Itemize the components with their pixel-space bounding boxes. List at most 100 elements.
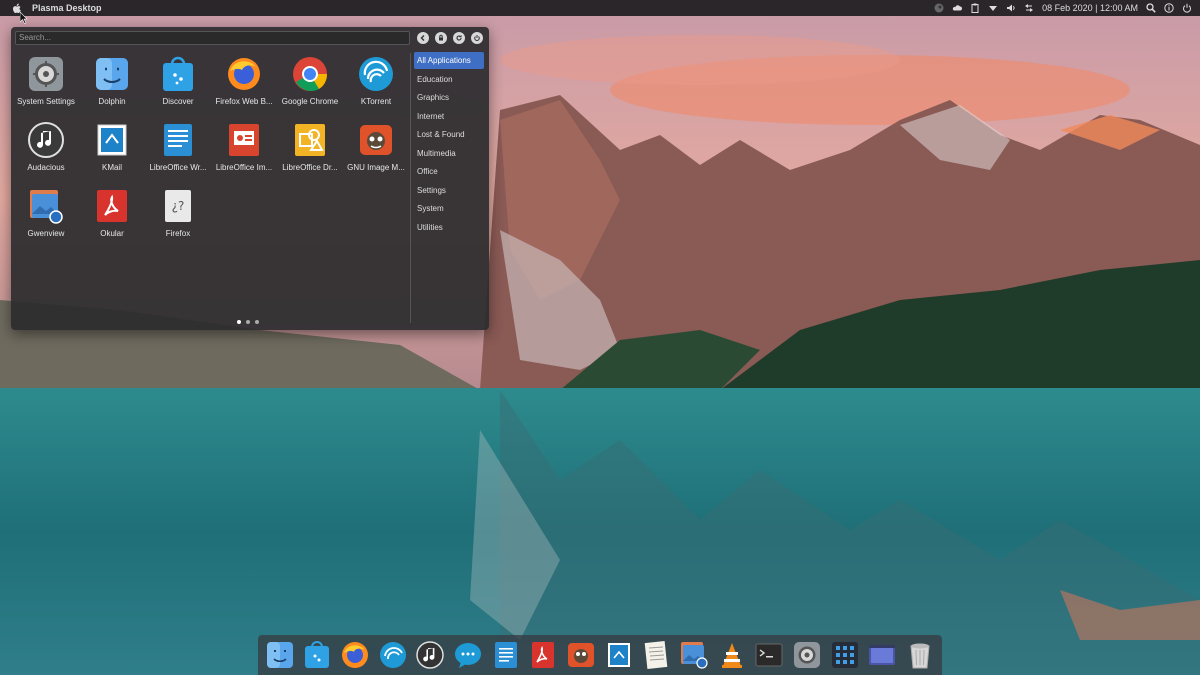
category-internet[interactable]: Internet [414, 108, 484, 125]
search-input[interactable] [19, 33, 406, 42]
app-discover[interactable]: Discover [145, 55, 211, 117]
clipboard-icon[interactable] [970, 3, 980, 13]
app-label: KMail [101, 163, 122, 172]
app-label: Firefox [165, 229, 191, 238]
libreoffice-writer-icon [164, 124, 192, 156]
gimp-icon [360, 125, 392, 155]
app-libreoffice-draw[interactable]: LibreOffice Dr... [277, 121, 343, 183]
shutdown-icon[interactable] [471, 32, 483, 44]
app-label: LibreOffice Wr... [149, 163, 207, 172]
trash-icon[interactable] [905, 640, 935, 670]
system-settings-icon [29, 57, 63, 91]
audacious-icon[interactable] [415, 640, 445, 670]
okular-icon[interactable] [528, 640, 558, 670]
page-dot[interactable] [246, 320, 250, 324]
category-multimedia[interactable]: Multimedia [414, 145, 484, 162]
chat-icon[interactable] [453, 640, 483, 670]
category-list: All Applications Education Graphics Inte… [414, 52, 484, 237]
app-label: Gwenview [27, 229, 65, 238]
ktorrent-icon[interactable] [378, 640, 408, 670]
chrome-icon [293, 57, 328, 91]
dolphin-icon[interactable] [265, 640, 295, 670]
app-label: LibreOffice Dr... [282, 163, 338, 172]
back-icon[interactable] [417, 32, 429, 44]
libreoffice-impress-icon [229, 124, 259, 156]
app-label: Okular [100, 229, 124, 238]
app-label: LibreOffice Im... [215, 163, 273, 172]
vlc-icon[interactable] [717, 640, 747, 670]
discover-icon[interactable] [302, 640, 332, 670]
application-launcher: System Settings Dolphin Discover Firefox… [11, 27, 489, 330]
desktop-icon[interactable] [867, 640, 897, 670]
clock[interactable]: 08 Feb 2020 | 12:00 AM [1042, 3, 1138, 13]
network-icon[interactable] [1024, 3, 1034, 13]
app-audacious[interactable]: Audacious [13, 121, 79, 183]
app-okular[interactable]: Okular [79, 187, 145, 249]
top-panel: Plasma Desktop 08 Feb 2020 | 12:00 AM [0, 0, 1200, 16]
dolphin-icon [96, 58, 128, 90]
gwenview-icon[interactable] [679, 640, 709, 670]
ktorrent-icon [359, 57, 393, 91]
category-lost-and-found[interactable]: Lost & Found [414, 126, 484, 143]
text-editor-icon[interactable] [641, 640, 671, 670]
cloud-icon[interactable] [952, 3, 963, 13]
system-tray: 08 Feb 2020 | 12:00 AM [934, 0, 1192, 16]
power-icon[interactable] [1182, 3, 1192, 13]
system-settings-icon[interactable] [792, 640, 822, 670]
app-label: GNU Image M... [347, 163, 405, 172]
dropdown-icon[interactable] [988, 3, 998, 13]
mouse-cursor [20, 12, 28, 24]
svg-text:¿?: ¿? [172, 199, 185, 213]
page-dot[interactable] [255, 320, 259, 324]
app-label: System Settings [17, 97, 75, 106]
kmail-icon [97, 124, 127, 156]
info-icon[interactable] [1164, 3, 1174, 13]
category-graphics[interactable]: Graphics [414, 89, 484, 106]
writer-icon[interactable] [491, 640, 521, 670]
unknown-app-icon: ¿? [165, 190, 191, 222]
category-office[interactable]: Office [414, 163, 484, 180]
app-label: Firefox Web B... [215, 97, 273, 106]
audacious-icon [28, 122, 64, 158]
app-label: Google Chrome [281, 97, 339, 106]
kmail-icon[interactable] [604, 640, 634, 670]
lock-icon[interactable] [435, 32, 447, 44]
discover-icon [163, 56, 193, 91]
app-grid-icon[interactable] [830, 640, 860, 670]
category-settings[interactable]: Settings [414, 182, 484, 199]
dock [258, 635, 942, 675]
launcher-divider [410, 53, 411, 323]
app-label: Dolphin [98, 97, 126, 106]
category-all-applications[interactable]: All Applications [414, 52, 484, 69]
category-system[interactable]: System [414, 200, 484, 217]
app-system-settings[interactable]: System Settings [13, 55, 79, 117]
app-ktorrent[interactable]: KTorrent [343, 55, 409, 117]
category-utilities[interactable]: Utilities [414, 219, 484, 236]
gwenview-icon [30, 190, 63, 224]
refresh-icon[interactable] [453, 32, 465, 44]
steam-icon[interactable] [934, 3, 944, 13]
app-firefox-web-browser[interactable]: Firefox Web B... [211, 55, 277, 117]
app-kmail[interactable]: KMail [79, 121, 145, 183]
app-label: Discover [162, 97, 194, 106]
launcher-nav-buttons [417, 32, 483, 44]
category-education[interactable]: Education [414, 71, 484, 88]
okular-icon [97, 190, 127, 222]
terminal-icon[interactable] [754, 640, 784, 670]
app-firefox[interactable]: ¿? Firefox [145, 187, 211, 249]
search-box[interactable] [15, 31, 410, 45]
gimp-icon[interactable] [566, 640, 596, 670]
app-google-chrome[interactable]: Google Chrome [277, 55, 343, 117]
app-dolphin[interactable]: Dolphin [79, 55, 145, 117]
firefox-icon[interactable] [340, 640, 370, 670]
app-gwenview[interactable]: Gwenview [13, 187, 79, 249]
page-indicator [237, 320, 259, 324]
app-libreoffice-writer[interactable]: LibreOffice Wr... [145, 121, 211, 183]
app-label: Audacious [27, 163, 65, 172]
page-dot[interactable] [237, 320, 241, 324]
search-icon[interactable] [1146, 3, 1156, 13]
active-app-title: Plasma Desktop [32, 3, 102, 13]
app-libreoffice-impress[interactable]: LibreOffice Im... [211, 121, 277, 183]
app-gnu-image-manipulation[interactable]: GNU Image M... [343, 121, 409, 183]
volume-icon[interactable] [1006, 3, 1016, 13]
